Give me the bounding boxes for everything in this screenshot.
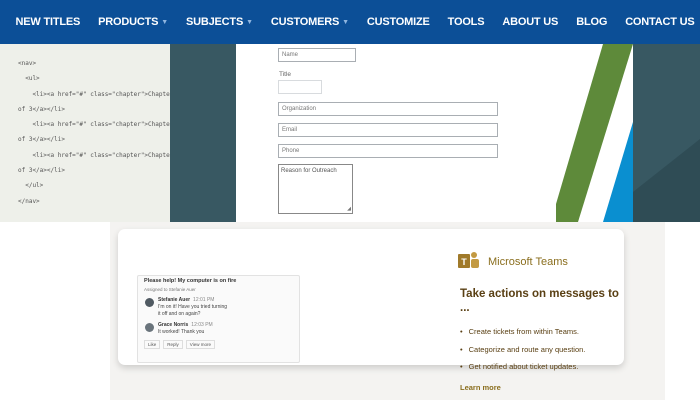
- chat-actions: Like Reply View more: [144, 340, 218, 349]
- nav-item-label: CUSTOMIZE: [366, 16, 430, 28]
- nav-item-label: SUBJECTS: [186, 16, 244, 28]
- chevron-down-icon: ▼: [161, 18, 168, 26]
- chat-subtitle: Assigned to Stefanie Auer: [144, 287, 196, 292]
- avatar: [145, 323, 154, 332]
- nav-item-tools[interactable]: TOOLS: [448, 16, 485, 28]
- chat-title: Please help! My computer is on fire: [144, 278, 237, 284]
- promo-headline: Take actions on messages to ...: [460, 288, 619, 314]
- message-text: I'm on it! Have you tried turning it off…: [158, 304, 228, 317]
- main-nav: NEW TITLES PRODUCTS ▼ SUBJECTS ▼ CUSTOMERS ▼ CU…: [0, 0, 700, 44]
- message-time: 12:03 PM: [191, 322, 213, 328]
- message-text: It worked! Thank you: [158, 329, 205, 335]
- nav-item-subjects[interactable]: SUBJECTS ▼: [186, 16, 253, 28]
- nav-item-contact-us[interactable]: CONTACT US: [625, 16, 694, 28]
- like-button[interactable]: Like: [144, 340, 161, 349]
- logo-body: [471, 259, 479, 268]
- logo-circle: [471, 252, 477, 258]
- nav-item-label: NEW TITLES: [15, 16, 81, 28]
- message-time: 12:01 PM: [193, 297, 215, 303]
- chevron-down-icon: ▼: [246, 18, 253, 26]
- nav-item-customize[interactable]: CUSTOMIZE: [367, 16, 430, 28]
- message-author-name: Stefanie Auer: [158, 297, 191, 303]
- feature-item: Get notified about ticket updates.: [460, 358, 585, 376]
- top-section: <nav> <ul> <li><a href="#" class="chapte…: [0, 44, 700, 222]
- nav-item-products[interactable]: PRODUCTS ▼: [98, 16, 168, 28]
- message-author: Stefanie Auer 12:01 PM: [158, 297, 214, 303]
- view-more-button[interactable]: View more: [185, 340, 215, 349]
- nav-item-blog[interactable]: BLOG: [576, 16, 607, 28]
- nav-items: NEW TITLES PRODUCTS ▼ SUBJECTS ▼ CUSTOMERS ▼ CU…: [7, 16, 700, 28]
- teams-brand-name: Microsoft Teams: [488, 256, 568, 268]
- feature-list: Create tickets from within Teams. Catego…: [460, 323, 586, 376]
- reply-button[interactable]: Reply: [163, 340, 183, 349]
- nav-item-label: ABOUT US: [502, 16, 559, 28]
- nav-item-label: CUSTOMERS: [270, 16, 340, 28]
- nav-item-label: BLOG: [576, 16, 608, 28]
- nav-item-label: CONTACT US: [625, 16, 695, 28]
- nav-item-label: TOOLS: [447, 16, 485, 28]
- avatar: [145, 298, 154, 307]
- nav-item-about-us[interactable]: ABOUT US: [502, 16, 558, 28]
- nav-item-label: PRODUCTS: [98, 16, 159, 28]
- feature-item: Create tickets from within Teams.: [460, 323, 585, 341]
- nav-item-new-titles[interactable]: NEW TITLES: [16, 16, 81, 28]
- learn-more-link[interactable]: Learn more: [460, 383, 501, 392]
- nav-item-customers[interactable]: CUSTOMERS ▼: [271, 16, 349, 28]
- logo-letter: T: [461, 257, 467, 267]
- message-author-name: Grace Norris: [158, 322, 189, 328]
- teams-chat-preview: Please help! My computer is on fire Assi…: [137, 275, 300, 363]
- message-author: Grace Norris 12:03 PM: [158, 322, 213, 328]
- feature-item: Categorize and route any question.: [460, 341, 586, 359]
- teams-promo-section: Please help! My computer is on fire Assi…: [110, 222, 665, 400]
- chevron-down-icon: ▼: [342, 18, 349, 26]
- decorative-swoosh-graphic: [556, 44, 700, 222]
- microsoft-teams-logo-icon: T: [458, 252, 479, 268]
